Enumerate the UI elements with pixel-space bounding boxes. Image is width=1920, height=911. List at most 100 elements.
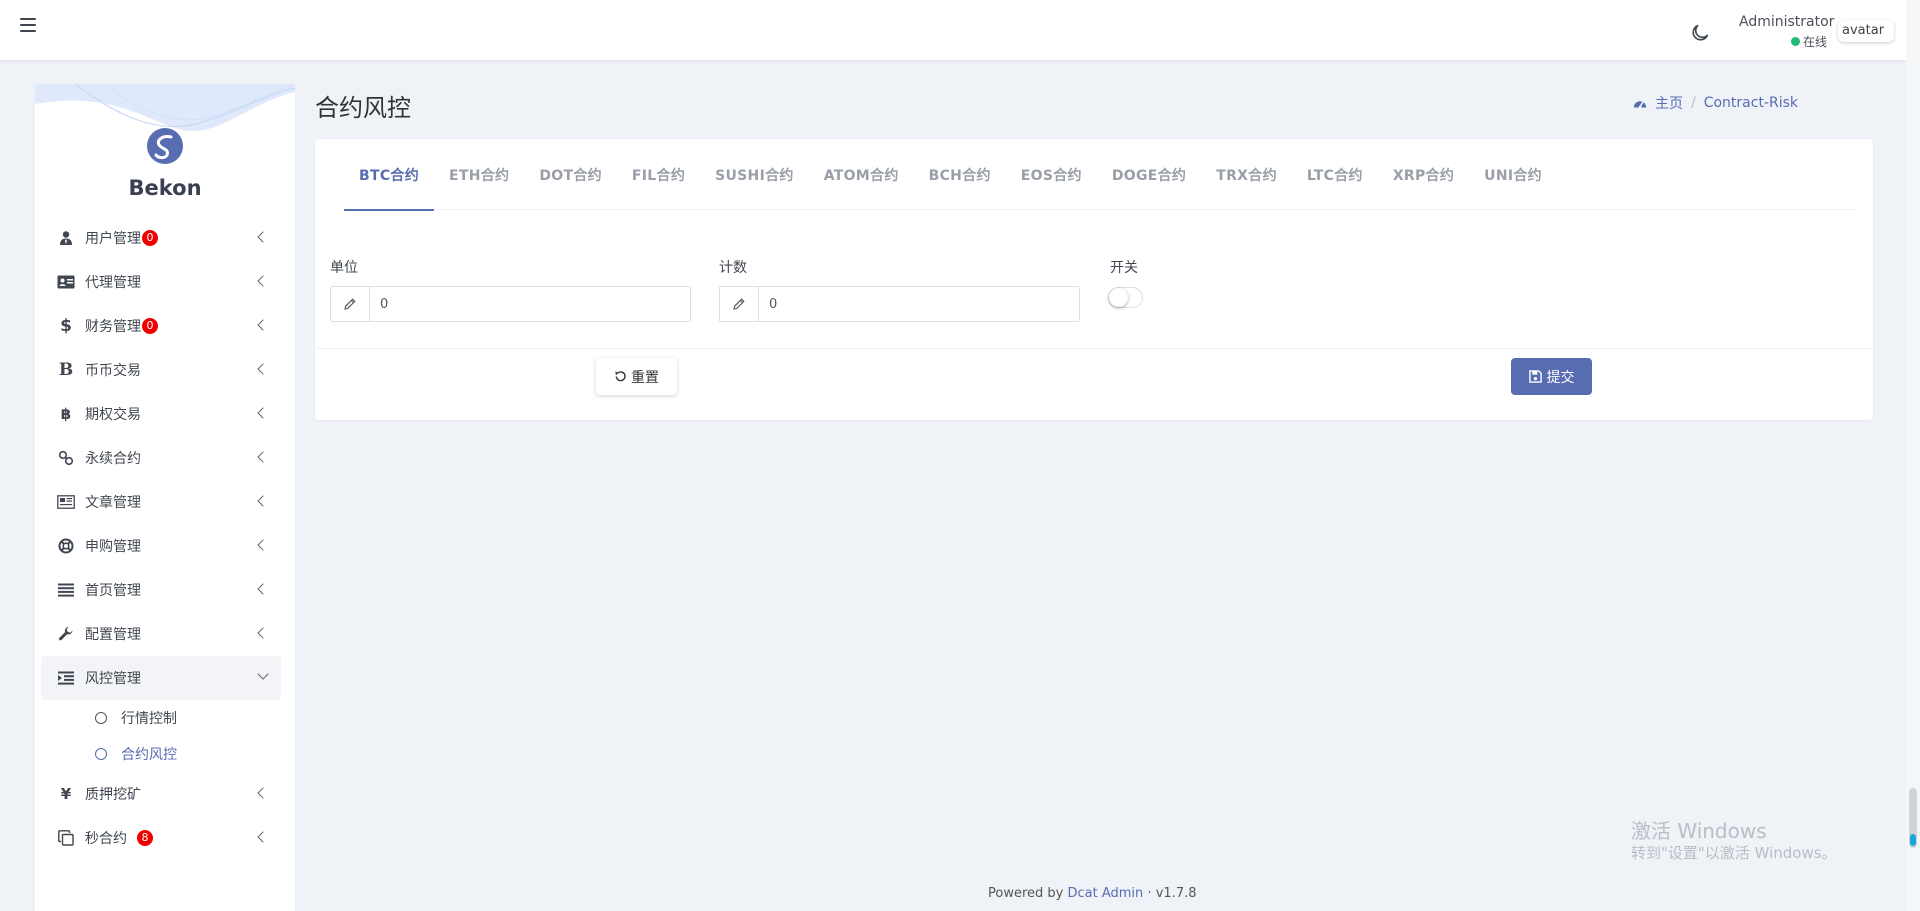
page-scrollbar[interactable] — [1906, 0, 1920, 911]
dollar-icon: $ — [60, 316, 72, 336]
sidebar-item-finance-management[interactable]: $ 财务管理 0 — [41, 304, 281, 348]
dashboard-icon — [1633, 101, 1647, 109]
bitcoin-icon: ฿ — [60, 405, 72, 423]
tab-bch-contract[interactable]: BCH合约 — [914, 139, 1006, 210]
sidebar-item-subscription-management[interactable]: 申购管理 — [41, 524, 281, 568]
tab-eos-contract[interactable]: EOS合约 — [1006, 139, 1097, 210]
unit-field[interactable] — [330, 286, 691, 322]
tab-sushi-contract[interactable]: SUSHI合约 — [700, 139, 809, 210]
tab-fil-contract[interactable]: FIL合约 — [617, 139, 700, 210]
sidebar-item-perpetual-contract[interactable]: 永续合约 — [41, 436, 281, 480]
wrench-icon — [55, 625, 77, 643]
circle-icon — [95, 712, 107, 724]
sidebar-menu: 用户管理 0 代理管理 $ 财务管理 0 B 币币交易 ฿ 期权交易 永续合约 … — [41, 216, 281, 860]
chevron-left-icon — [257, 539, 269, 551]
tab-xrp-contract[interactable]: XRP合约 — [1378, 139, 1469, 210]
sidebar-item-label: 永续合约 — [85, 451, 141, 467]
user-status-text: 在线 — [1803, 35, 1828, 49]
tab-dot-contract[interactable]: DOT合约 — [524, 139, 617, 210]
bold-b-icon: B — [58, 360, 74, 380]
page-title: 合约风控 — [315, 94, 411, 122]
sidebar-item-label: 期权交易 — [85, 407, 141, 423]
contract-tabs: BTC合约 ETH合约 DOT合约 FIL合约 SUSHI合约 ATOM合约 BCH合约 EO… — [344, 139, 1858, 211]
switch-toggle[interactable] — [1108, 287, 1143, 308]
chevron-left-icon — [257, 407, 269, 419]
chevron-left-icon — [257, 831, 269, 843]
tab-doge-contract[interactable]: DOGE合约 — [1097, 139, 1201, 210]
chevron-left-icon — [257, 363, 269, 375]
sidebar-item-article-management[interactable]: 文章管理 — [41, 480, 281, 524]
sidebar-item-label: 首页管理 — [85, 583, 141, 599]
menu-toggle-icon[interactable] — [20, 18, 36, 32]
sidebar-item-staking-mining[interactable]: ¥ 质押挖矿 — [41, 772, 281, 816]
chevron-left-icon — [257, 787, 269, 799]
chevron-left-icon — [257, 319, 269, 331]
card-footer-divider — [315, 348, 1873, 349]
pencil-icon — [331, 287, 370, 321]
windows-watermark-title: 激活 Windows — [1631, 819, 1767, 843]
sidebar-item-agent-management[interactable]: 代理管理 — [41, 260, 281, 304]
sidebar-item-spot-trading[interactable]: B 币币交易 — [41, 348, 281, 392]
tab-uni-contract[interactable]: UNI合约 — [1469, 139, 1557, 210]
top-navbar: Administrator 在线 avatar — [0, 0, 1906, 60]
sidebar-item-label: 代理管理 — [85, 275, 141, 291]
tab-ltc-contract[interactable]: LTC合约 — [1292, 139, 1378, 210]
chevron-left-icon — [257, 451, 269, 463]
avatar[interactable]: avatar — [1838, 20, 1894, 42]
breadcrumb: 主页 / Contract-Risk — [1633, 93, 1798, 113]
reset-button[interactable]: 重置 — [596, 358, 677, 395]
sidebar-item-label: 文章管理 — [85, 495, 141, 511]
footer-prefix: Powered by — [988, 886, 1064, 901]
submit-button-label: 提交 — [1546, 369, 1575, 386]
brand-logo-icon — [147, 128, 183, 164]
count-input[interactable] — [759, 287, 1079, 321]
link-icon — [55, 449, 77, 467]
save-icon — [1528, 370, 1542, 383]
tab-trx-contract[interactable]: TRX合约 — [1201, 139, 1292, 210]
chevron-left-icon — [257, 627, 269, 639]
sidebar-item-label: 质押挖矿 — [85, 787, 141, 803]
notification-badge: 0 — [142, 230, 158, 246]
sidebar-item-user-management[interactable]: 用户管理 0 — [41, 216, 281, 260]
sidebar-item-risk-management[interactable]: 风控管理 — [41, 656, 281, 700]
switch-knob — [1109, 288, 1128, 307]
reset-button-label: 重置 — [631, 369, 659, 386]
windows-watermark-subtitle: 转到"设置"以激活 Windows。 — [1631, 844, 1837, 862]
unit-input[interactable] — [370, 287, 690, 321]
copy-icon — [55, 829, 77, 847]
count-label: 计数 — [719, 260, 747, 276]
notification-badge: 0 — [142, 318, 158, 334]
breadcrumb-current: Contract-Risk — [1703, 95, 1798, 111]
count-field[interactable] — [719, 286, 1080, 322]
sidebar-subitem-label: 合约风控 — [121, 747, 177, 763]
user-name[interactable]: Administrator — [1739, 14, 1834, 30]
brand-name[interactable]: Bekon — [35, 176, 295, 200]
circle-icon — [95, 748, 107, 760]
chevron-left-icon — [257, 231, 269, 243]
breadcrumb-home-link[interactable]: 主页 — [1655, 93, 1683, 113]
dark-mode-icon[interactable] — [1689, 22, 1711, 44]
chevron-left-icon — [257, 275, 269, 287]
life-ring-icon — [55, 537, 77, 555]
scrollbar-indicator — [1910, 834, 1916, 846]
online-dot-icon — [1791, 37, 1800, 46]
tab-eth-contract[interactable]: ETH合约 — [434, 139, 524, 210]
undo-icon — [615, 371, 626, 382]
tab-btc-contract[interactable]: BTC合约 — [344, 139, 434, 211]
sidebar-item-homepage-management[interactable]: 首页管理 — [41, 568, 281, 612]
user-status: 在线 — [1791, 33, 1827, 50]
newspaper-icon — [55, 493, 77, 511]
tab-atom-contract[interactable]: ATOM合约 — [809, 139, 914, 210]
footer-dcat-link[interactable]: Dcat Admin — [1068, 886, 1144, 901]
submit-button[interactable]: 提交 — [1511, 358, 1592, 395]
sidebar-item-options-trading[interactable]: ฿ 期权交易 — [41, 392, 281, 436]
footer-version: v1.7.8 — [1155, 886, 1197, 901]
sidebar-item-second-contract[interactable]: 秒合约 8 — [41, 816, 281, 860]
sidebar-item-config-management[interactable]: 配置管理 — [41, 612, 281, 656]
sidebar-item-label: 申购管理 — [85, 539, 141, 555]
sidebar-subitem-contract-risk[interactable]: 合约风控 — [41, 736, 281, 772]
id-card-icon — [55, 273, 77, 291]
pencil-icon — [720, 287, 759, 321]
sidebar-item-label: 用户管理 — [85, 231, 141, 247]
sidebar-subitem-market-control[interactable]: 行情控制 — [41, 700, 281, 736]
